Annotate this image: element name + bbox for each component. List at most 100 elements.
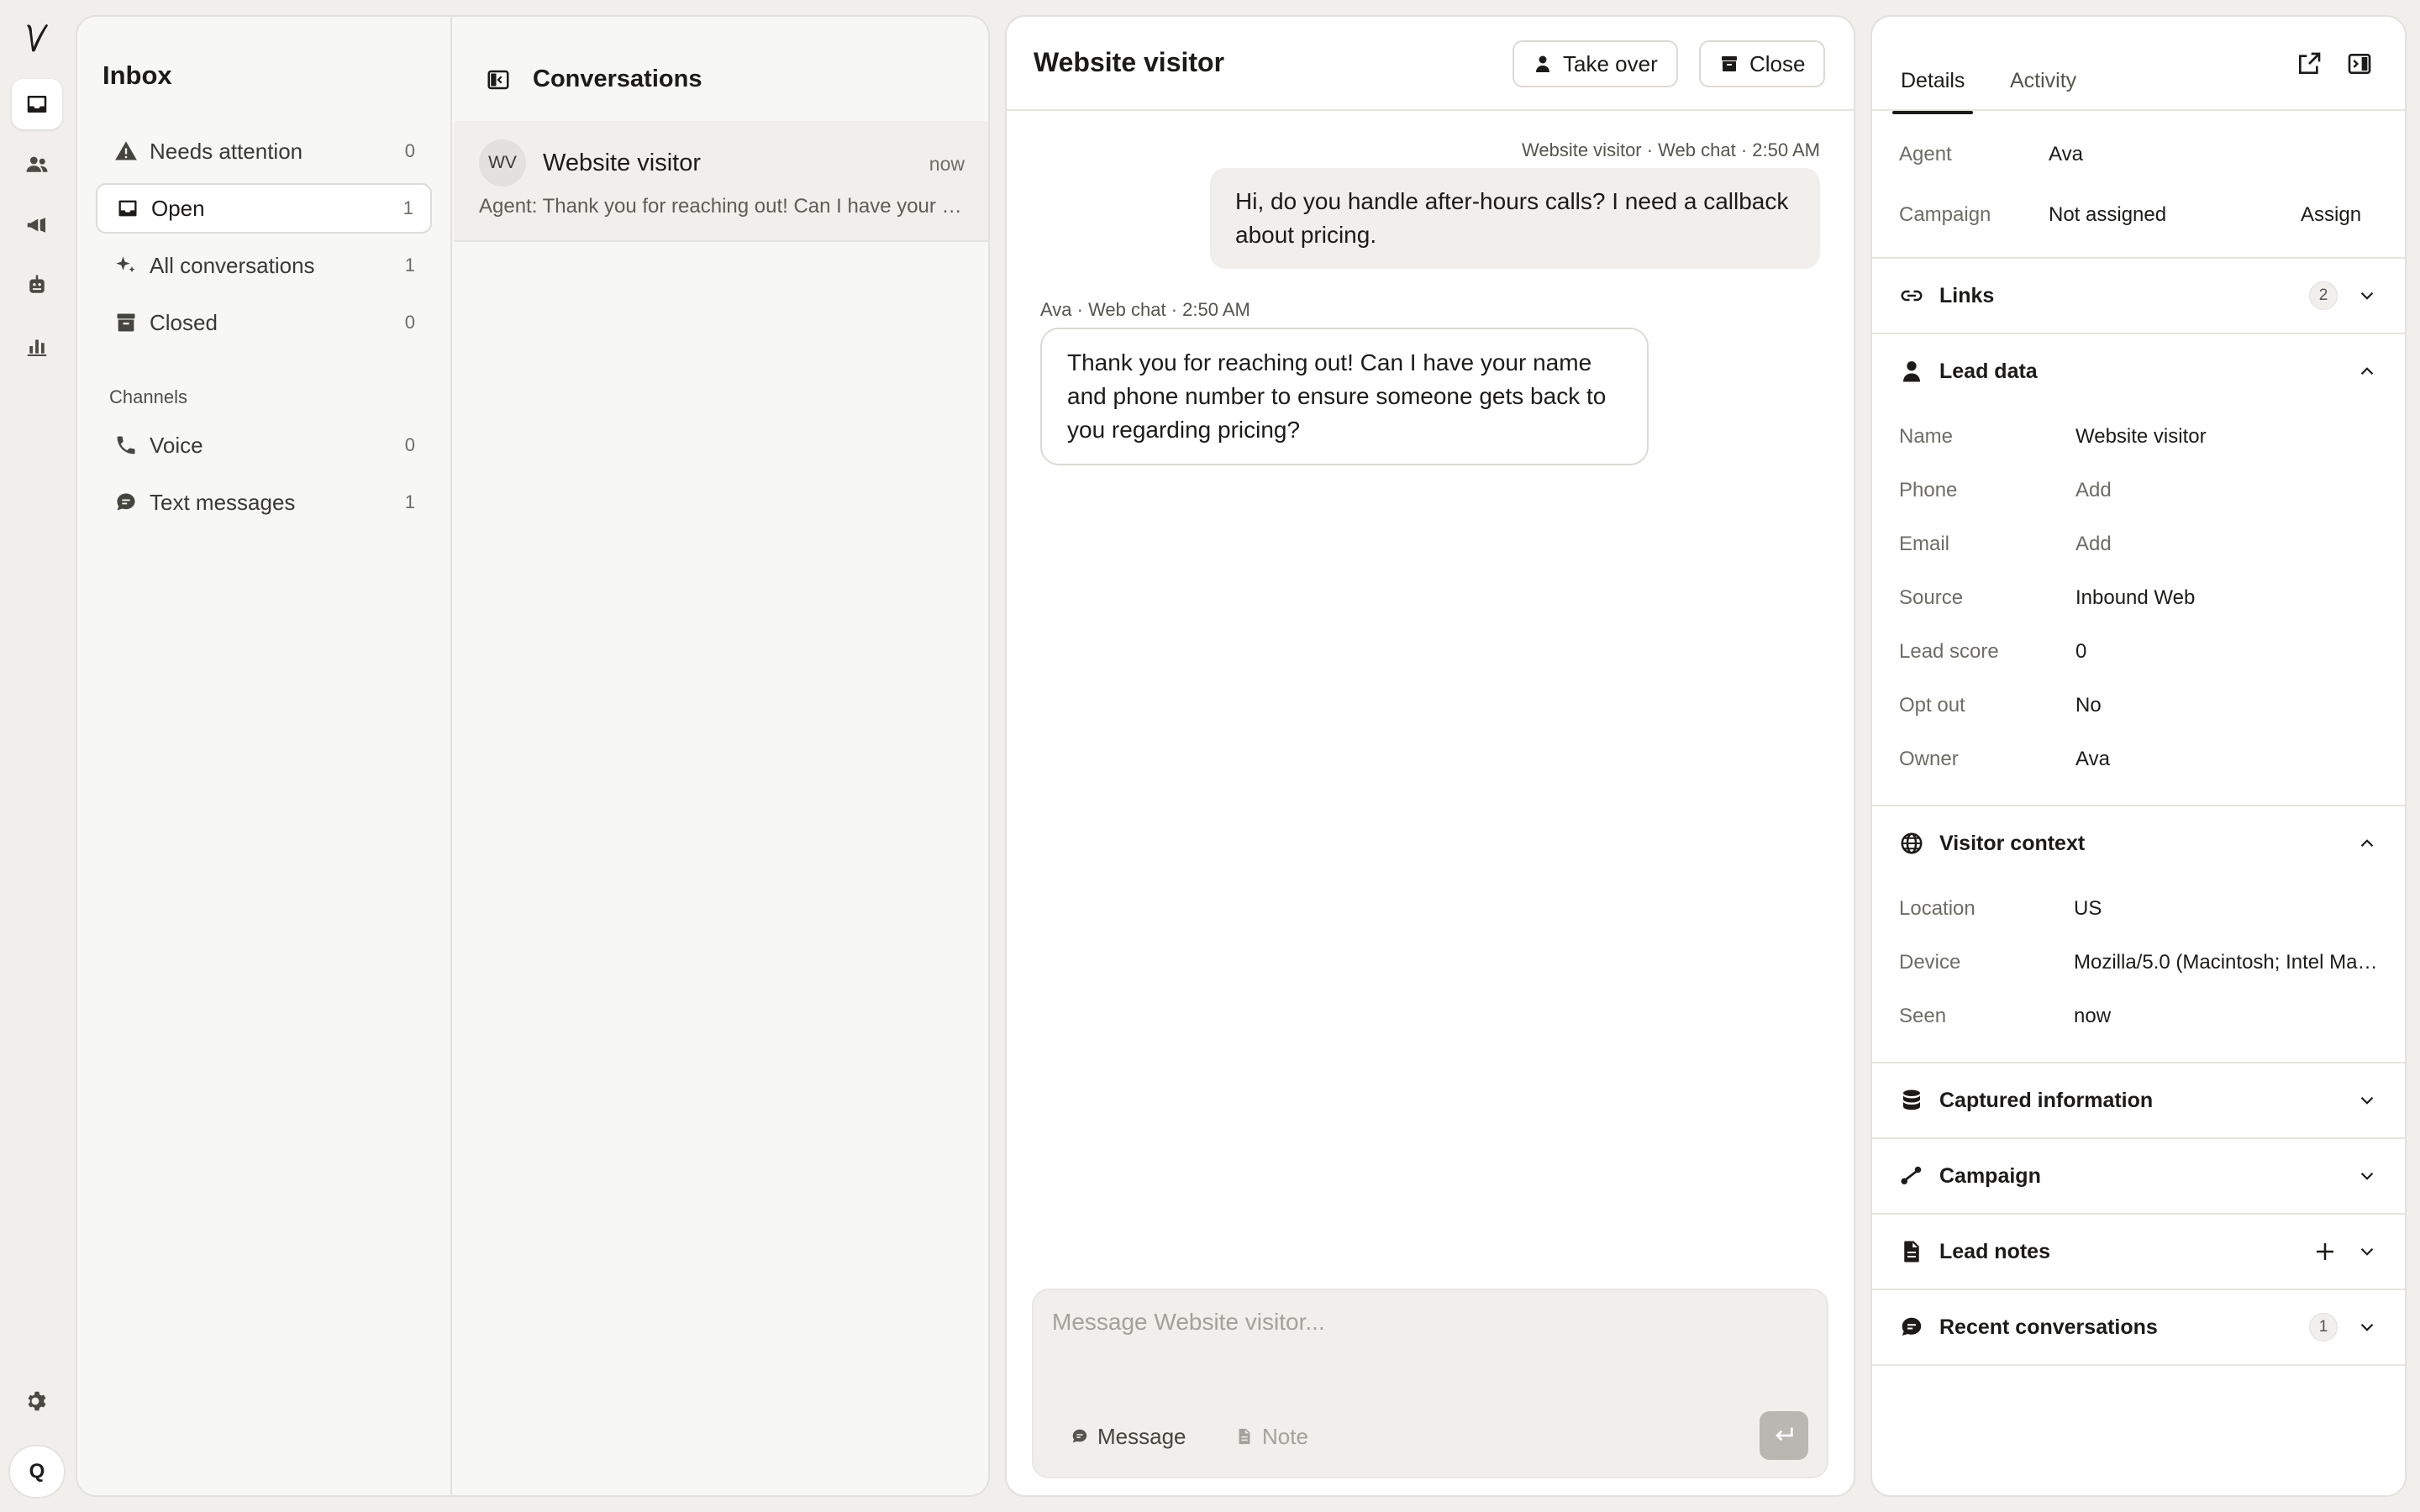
agents-nav-button[interactable]	[12, 260, 62, 311]
agent-value: Ava	[2049, 143, 2083, 165]
conversations-header: Conversations	[486, 66, 702, 93]
count-badge: 0	[404, 140, 415, 161]
conversation-name: Website visitor	[543, 150, 702, 176]
add-note-icon[interactable]	[2312, 1239, 2338, 1264]
lead-field-value[interactable]: Inbound Web	[2075, 586, 2195, 610]
sidebar-toggle-icon[interactable]	[486, 67, 511, 92]
lead-field-value[interactable]: Ava	[2075, 748, 2110, 771]
lead-field-value[interactable]: No	[2075, 694, 2102, 717]
robot-icon	[29, 275, 45, 293]
message-mode-tab[interactable]: Message	[1057, 1418, 1200, 1455]
assign-campaign-button[interactable]: Assign	[2301, 203, 2361, 227]
chevron-down-icon	[2360, 1096, 2374, 1105]
chevron-down-icon	[2360, 1323, 2374, 1331]
gear-icon	[28, 1391, 46, 1411]
inbox-nav-button[interactable]	[12, 79, 62, 129]
divider	[1872, 1364, 2405, 1366]
send-button[interactable]	[1760, 1411, 1808, 1460]
lead-field-label: Opt out	[1899, 694, 1965, 717]
document-icon	[1904, 1241, 1919, 1263]
megaphone-icon	[27, 218, 45, 233]
conversations-title: Conversations	[533, 66, 702, 92]
chevron-down-icon	[2360, 1247, 2374, 1256]
agent-label: Agent	[1899, 143, 1952, 165]
message-icon	[1902, 1317, 1922, 1336]
document-icon	[1239, 1428, 1250, 1445]
chevron-down-icon	[2360, 1172, 2374, 1180]
tab-activity[interactable]: Activity	[2010, 69, 2076, 93]
note-mode-tab[interactable]: Note	[1222, 1418, 1322, 1455]
context-field-value: US	[2074, 897, 2102, 920]
nav-item-text-messages[interactable]: Text messages 1	[96, 477, 432, 528]
logo-icon[interactable]	[22, 18, 52, 55]
close-conversation-button[interactable]: Close	[1699, 40, 1826, 87]
contacts-nav-button[interactable]	[12, 139, 62, 190]
context-field-label: Seen	[1899, 1005, 1947, 1027]
lead-field-label: Email	[1899, 533, 1950, 555]
context-field-label: Location	[1899, 897, 1975, 920]
conversation-preview: Agent: Thank you for reaching out! Can I…	[479, 195, 971, 218]
recent-conversations-section-header[interactable]: Recent conversations 1	[1872, 1290, 2405, 1364]
visitor-context-section-header[interactable]: Visitor context	[1872, 806, 2405, 880]
nav-item-needs-attention[interactable]: Needs attention 0	[96, 126, 432, 176]
lead-field-label: Phone	[1899, 479, 1958, 501]
nav-item-all-conversations[interactable]: All conversations 1	[96, 240, 432, 291]
take-over-button[interactable]: Take over	[1512, 40, 1678, 87]
route-icon	[1901, 1166, 1922, 1184]
context-field-value: now	[2074, 1005, 2112, 1027]
count-badge: 1	[404, 255, 415, 276]
count-badge: 1	[402, 197, 413, 218]
channels-heading: Channels	[109, 386, 187, 407]
lead-field-label: Owner	[1899, 748, 1959, 770]
lead-field-value[interactable]: Website visitor	[2075, 425, 2207, 449]
conversation-time: now	[929, 153, 965, 175]
database-icon	[1903, 1089, 1920, 1110]
collapse-panel-icon[interactable]	[2346, 50, 2373, 77]
add-phone-button[interactable]: Add	[2075, 479, 2112, 502]
links-count-badge: 2	[2309, 281, 2338, 310]
enter-icon	[1776, 1427, 1793, 1441]
add-email-button[interactable]: Add	[2075, 533, 2112, 556]
visitor-context-title: Visitor context	[1939, 831, 2086, 855]
message-bubble-incoming: Thank you for reaching out! Can I have y…	[1040, 328, 1649, 465]
tab-details[interactable]: Details	[1901, 69, 1965, 93]
links-section-header[interactable]: Links 2	[1872, 259, 2405, 333]
inbox-icon	[27, 96, 47, 113]
campaigns-nav-button[interactable]	[12, 200, 62, 250]
chevron-up-icon	[2360, 367, 2374, 375]
person-icon	[1903, 361, 1920, 382]
avatar: WV	[479, 139, 526, 186]
lead-data-title: Lead data	[1939, 359, 2038, 383]
lead-field-value[interactable]: 0	[2075, 640, 2086, 664]
lead-notes-section-header[interactable]: Lead notes	[1872, 1215, 2405, 1289]
lead-field-label: Lead score	[1899, 640, 1999, 663]
lead-data-section-header[interactable]: Lead data	[1872, 334, 2405, 408]
warning-icon	[115, 141, 137, 160]
icon-rail: Q	[0, 0, 74, 1512]
external-link-icon[interactable]	[2296, 50, 2323, 77]
chevron-down-icon	[2360, 291, 2374, 300]
analytics-nav-button[interactable]	[12, 321, 62, 371]
campaign-section-header[interactable]: Campaign	[1872, 1139, 2405, 1213]
settings-nav-button[interactable]	[12, 1376, 62, 1426]
message-meta: Website visitor · Web chat · 2:50 AM	[1522, 139, 1820, 160]
chat-panel: Website visitor Take over Close Website …	[1005, 15, 1855, 1497]
message-composer: Message Website visitor... Message Note	[1032, 1289, 1828, 1478]
captured-information-section-header[interactable]: Captured information	[1872, 1063, 2405, 1137]
nav-item-voice[interactable]: Voice 0	[96, 420, 432, 470]
conversation-item[interactable]: WV Website visitor now Agent: Thank you …	[454, 121, 988, 242]
lead-field-label: Name	[1899, 425, 1954, 448]
count-badge: 0	[404, 312, 415, 333]
message-icon	[117, 493, 135, 511]
user-avatar[interactable]: Q	[8, 1445, 66, 1499]
message-input[interactable]: Message Website visitor...	[1052, 1309, 1325, 1336]
recent-conversations-count-badge: 1	[2309, 1313, 2338, 1341]
nav-item-open[interactable]: Open 1	[96, 183, 432, 234]
nav-item-closed[interactable]: Closed 0	[96, 297, 432, 348]
lead-field-label: Source	[1899, 586, 1964, 609]
sparkle-icon	[116, 256, 135, 273]
link-icon	[1901, 290, 1923, 302]
chevron-up-icon	[2360, 839, 2374, 848]
message-bubble-outgoing: Hi, do you handle after-hours calls? I n…	[1210, 168, 1820, 269]
conversations-list: Conversations WV Website visitor now Age…	[454, 17, 988, 1495]
